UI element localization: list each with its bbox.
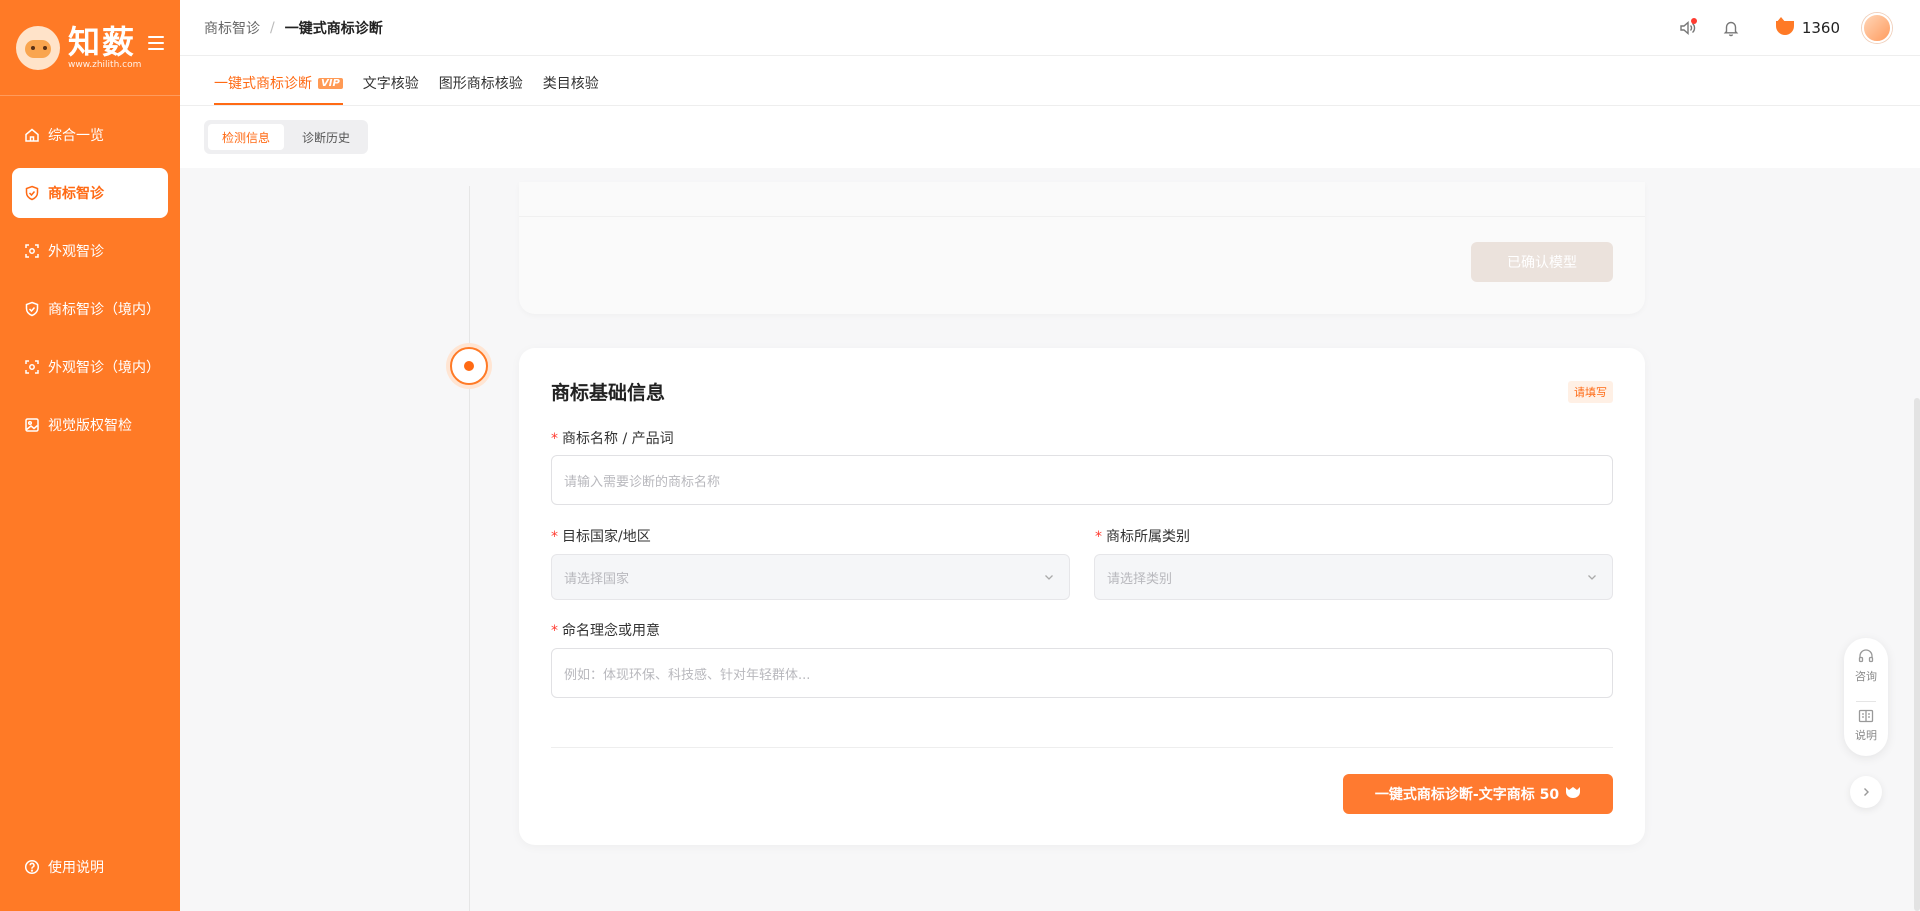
brand-text: 知薮 www.zhilith.com (68, 26, 141, 70)
submit-diagnosis-button[interactable]: 一键式商标诊断-文字商标 50 (1343, 774, 1613, 814)
trademark-name-input[interactable]: 请输入需要诊断的商标名称 (551, 455, 1613, 505)
country-select[interactable]: 请选择国家 (551, 554, 1070, 600)
avatar[interactable] (1862, 13, 1892, 43)
sidebar-item-label: 视觉版权智检 (48, 418, 132, 434)
step-timeline (469, 186, 470, 911)
sidebar-item-label: 外观智诊 (48, 244, 104, 260)
guide-button[interactable]: 说明 (1855, 707, 1877, 756)
guide-label: 说明 (1855, 729, 1877, 743)
submit-label: 一键式商标诊断-文字商标 50 (1374, 787, 1560, 803)
headset-icon (1858, 649, 1874, 663)
country-placeholder: 请选择国家 (564, 571, 630, 587)
feature-tabs: 一键式商标诊断 VIP 文字核验 图形商标核验 类目核验 (180, 56, 1920, 106)
trademark-name-label: * 商标名称 / 产品词 (551, 428, 674, 448)
sidebar-item-copyright-check[interactable]: 视觉版权智检 (12, 400, 168, 450)
subtab-diagnosis-history[interactable]: 诊断历史 (288, 124, 364, 150)
sidebar-item-help[interactable]: 使用说明 (12, 849, 168, 885)
brand: 知薮 www.zhilith.com (0, 0, 180, 96)
required-mark: * (1095, 529, 1102, 545)
sidebar-item-design-diagnosis[interactable]: 外观智诊 (12, 226, 168, 276)
sidebar-nav: 综合一览 商标智诊 外观智诊 商标智诊（境内） 外观智诊（境内） 视觉版权智检 (0, 110, 180, 450)
shield-icon (24, 185, 40, 201)
status-badge: 请填写 (1568, 381, 1613, 403)
chevron-down-icon (1043, 571, 1055, 587)
subtabs: 检测信息 诊断历史 (204, 120, 369, 154)
brand-name: 知薮 (68, 22, 137, 61)
shield-icon (24, 301, 40, 317)
sidebar-item-trademark-diagnosis[interactable]: 商标智诊 (12, 168, 168, 218)
topbar: 商标智诊 / 一键式商标诊断 1360 (180, 0, 1920, 56)
vip-badge: VIP (318, 77, 343, 89)
divider (519, 216, 1645, 217)
book-icon (1858, 710, 1874, 723)
scan-icon (24, 243, 40, 259)
naming-concept-label: * 命名理念或用意 (551, 620, 660, 640)
subtab-detection-info[interactable]: 检测信息 (208, 124, 285, 150)
category-select[interactable]: 请选择类别 (1094, 554, 1613, 600)
scan-icon (24, 359, 40, 375)
tab-graphic-check[interactable]: 图形商标核验 (439, 73, 523, 105)
label-text: 命名理念或用意 (562, 623, 660, 639)
sidebar-item-label: 商标智诊（境内） (48, 302, 160, 318)
coin-balance[interactable]: 1360 (1775, 17, 1840, 37)
required-mark: * (551, 431, 558, 447)
tab-text-check[interactable]: 文字核验 (363, 73, 419, 105)
consult-label: 咨询 (1855, 670, 1877, 683)
speaker-icon[interactable] (1676, 17, 1698, 39)
sidebar-item-label: 商标智诊 (48, 186, 104, 202)
trademark-info-card: 商标基础信息 请填写 * 商标名称 / 产品词 请输入需要诊断的商标名称 * 目标国… (519, 348, 1645, 845)
coin-icon (1775, 17, 1794, 35)
tab-category-check[interactable]: 类目核验 (543, 73, 599, 105)
chevron-right-icon[interactable] (1850, 776, 1882, 808)
notification-dot (1690, 18, 1697, 24)
tab-label: 一键式商标诊断 (214, 76, 312, 92)
model-confirmed-button[interactable]: 已确认模型 (1471, 242, 1613, 282)
floating-help-panel: 咨询 说明 (1844, 638, 1888, 756)
label-text: 商标名称 / 产品词 (562, 431, 674, 447)
home-icon (24, 127, 40, 143)
image-icon (24, 417, 40, 433)
breadcrumb: 商标智诊 / 一键式商标诊断 (204, 18, 383, 38)
sidebar: 知薮 www.zhilith.com 综合一览 商标智诊 外观智诊 商标智诊（境… (0, 0, 180, 911)
tab-label: 图形商标核验 (438, 76, 523, 92)
chevron-down-icon (1586, 571, 1598, 587)
divider (1856, 700, 1876, 702)
label-text: 目标国家/地区 (562, 529, 651, 545)
question-circle-icon (24, 859, 40, 875)
required-mark: * (551, 623, 558, 639)
step-indicator (450, 347, 488, 385)
subtabs-bar: 检测信息 诊断历史 (180, 106, 1920, 168)
breadcrumb-separator: / (270, 19, 275, 36)
sidebar-item-overview[interactable]: 综合一览 (12, 110, 168, 160)
tab-label: 类目核验 (542, 76, 599, 92)
required-mark: * (551, 529, 558, 545)
card-title: 商标基础信息 (551, 382, 666, 404)
target-country-label: * 目标国家/地区 (551, 526, 651, 546)
form-divider (551, 747, 1613, 748)
help-label: 使用说明 (48, 860, 104, 876)
trademark-category-label: * 商标所属类别 (1095, 526, 1190, 546)
category-placeholder: 请选择类别 (1107, 571, 1173, 587)
sidebar-item-trademark-domestic[interactable]: 商标智诊（境内） (12, 284, 168, 334)
tab-one-click-diagnosis[interactable]: 一键式商标诊断 VIP (214, 73, 343, 105)
menu-toggle-icon[interactable] (148, 36, 164, 50)
brand-subtitle: www.zhilith.com (68, 59, 142, 70)
coin-count: 1360 (1801, 19, 1840, 37)
sidebar-item-label: 综合一览 (48, 128, 104, 144)
bell-icon[interactable] (1720, 17, 1742, 39)
consult-button[interactable]: 咨询 (1855, 648, 1877, 697)
tab-label: 文字核验 (362, 76, 419, 92)
label-text: 商标所属类别 (1106, 529, 1190, 545)
breadcrumb-item[interactable]: 商标智诊 (204, 18, 260, 38)
model-confirm-card: 已确认模型 (519, 182, 1645, 314)
breadcrumb-current: 一键式商标诊断 (284, 20, 383, 37)
coin-icon (1565, 786, 1581, 802)
sidebar-item-label: 外观智诊（境内） (48, 360, 160, 376)
scrollbar[interactable] (1914, 398, 1920, 911)
mascot-logo-icon (16, 25, 60, 70)
topbar-actions: 1360 (1676, 0, 1892, 56)
naming-concept-input[interactable]: 例如：体现环保、科技感、针对年轻群体... (551, 648, 1613, 698)
sidebar-item-design-domestic[interactable]: 外观智诊（境内） (12, 342, 168, 392)
